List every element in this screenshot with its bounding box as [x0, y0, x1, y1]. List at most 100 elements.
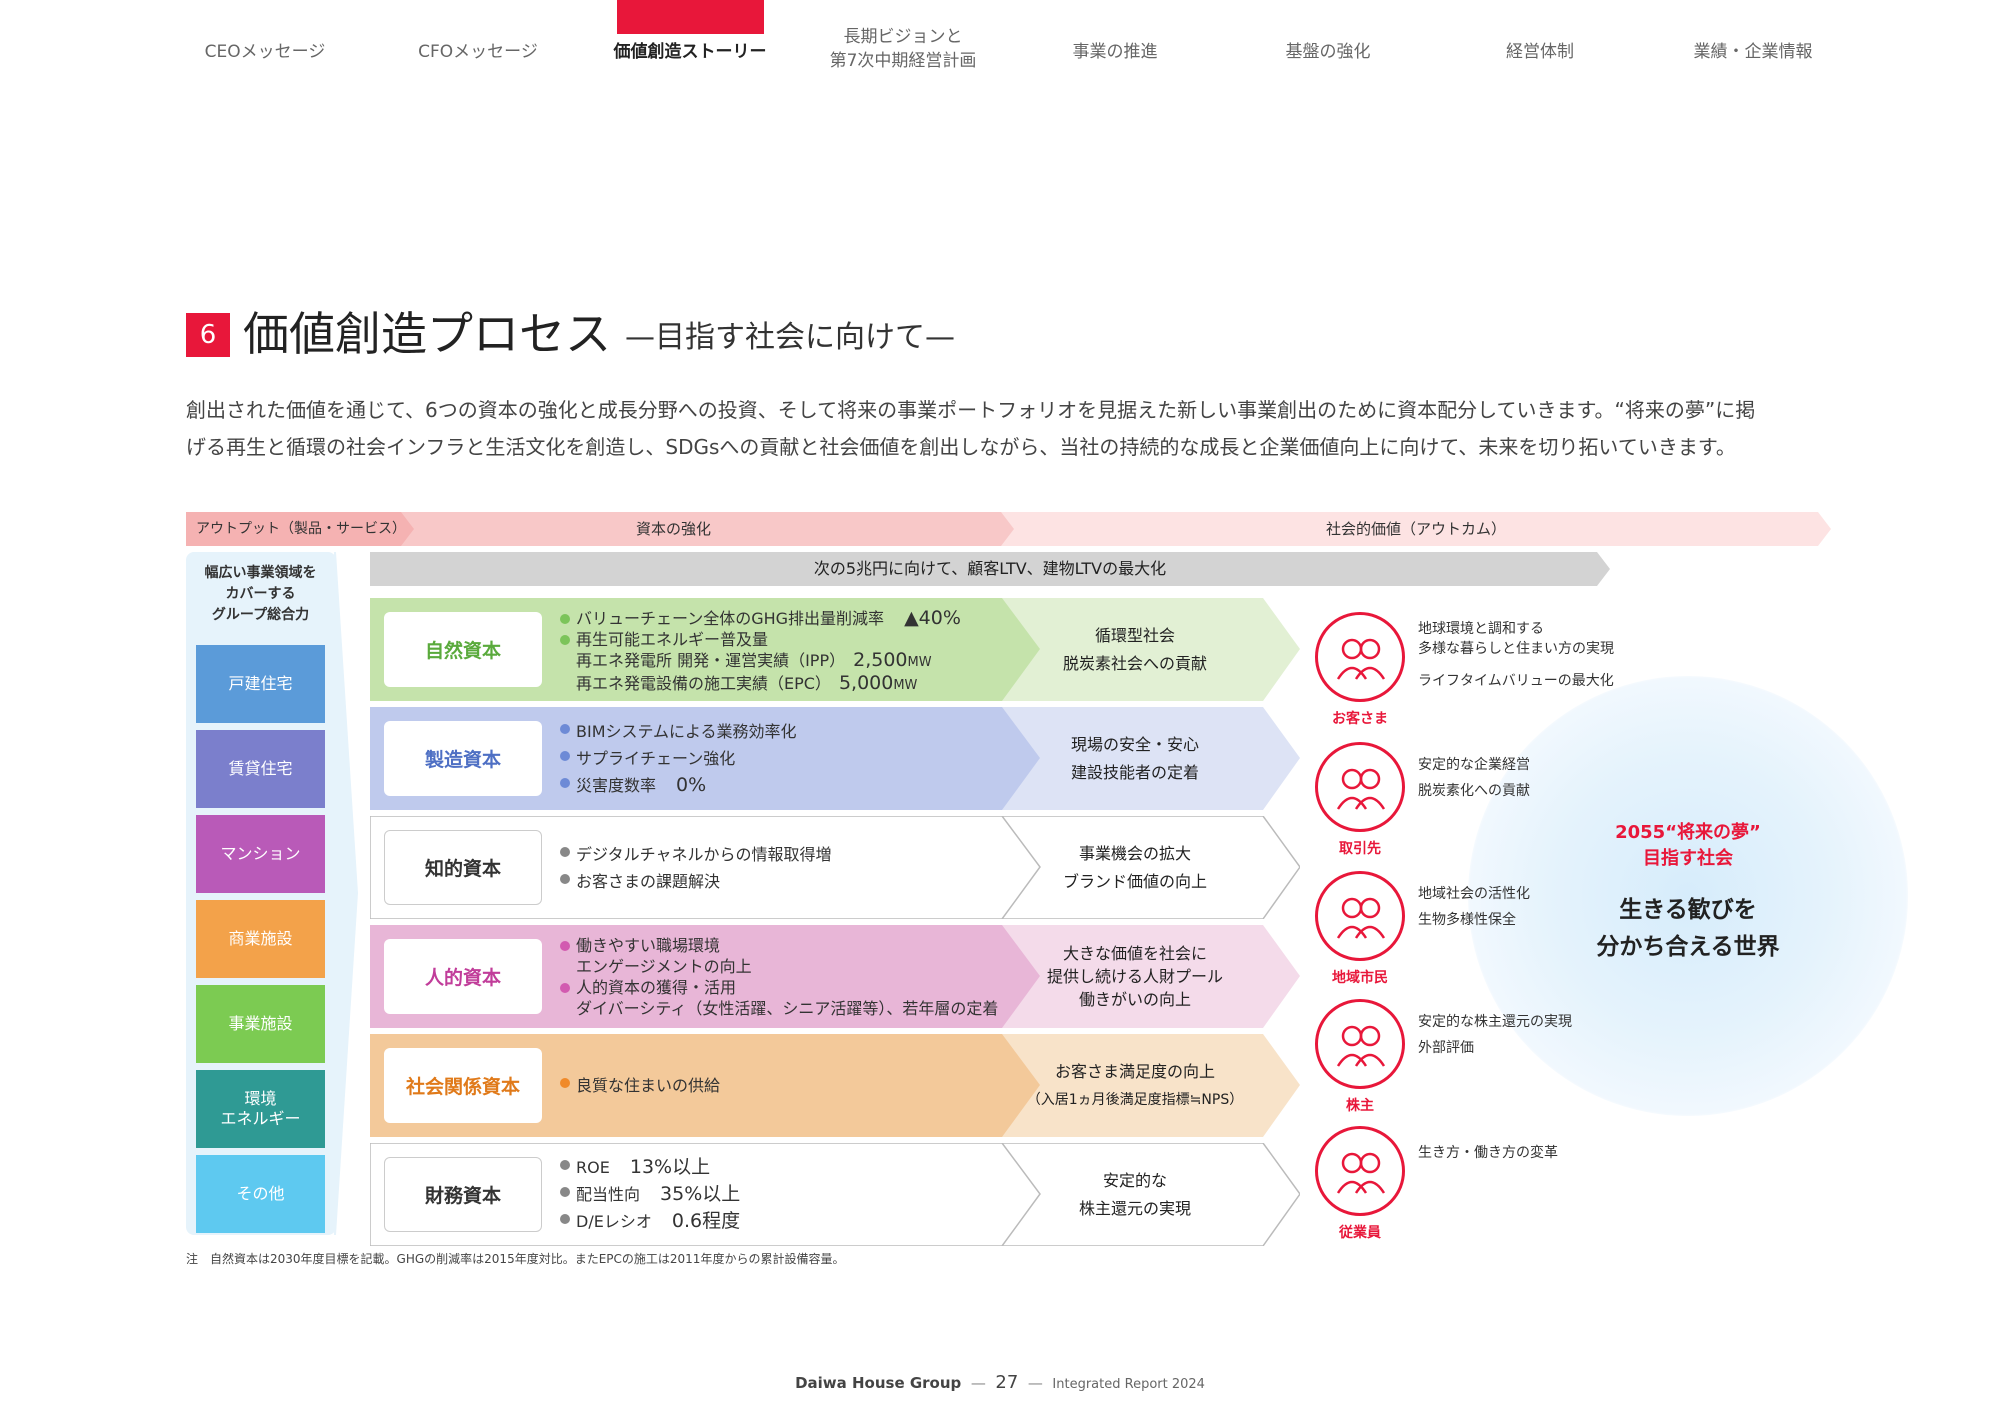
outcome-line: 大きな価値を社会に — [1062, 944, 1207, 963]
dream-title: 2055“将来の夢” 目指す社会 — [1568, 820, 1808, 872]
capital-subitem: 再エネ発電設備の施工実績（EPC） 5,000MW — [560, 673, 961, 696]
subitem-value: 5,000 — [838, 672, 894, 694]
building-icon — [1315, 742, 1405, 832]
business-domains-heading: 幅広い事業領域を カバーする グループ総合力 — [188, 563, 333, 626]
business-label: 事業施設 — [228, 1014, 293, 1033]
shareholder-icon — [1315, 999, 1405, 1089]
stakeholder-value: 外部評価 — [1418, 1040, 1474, 1056]
outcome-line: 建設技能者の定着 — [1070, 763, 1199, 782]
nav-item-performance[interactable]: 業績・企業情報 — [1648, 40, 1858, 64]
capital-row: 製造資本 BIMシステムによる業務効率化 サプライチェーン強化 災害度数率 0% 現場の… — [370, 707, 1300, 810]
item-text: 働きやすい職場環境 — [576, 936, 721, 955]
capital-item: サプライチェーン強化 — [560, 745, 797, 772]
nav-item-label: 長期ビジョンと — [843, 27, 963, 47]
section-title: 価値創造プロセス — [243, 307, 611, 361]
stakeholder-value: 脱炭素化への貢献 — [1418, 783, 1530, 799]
stakeholder-label: 地域市民 — [1332, 970, 1388, 986]
capital-row: 自然資本 バリューチェーン全体のGHG排出量削減率 ▲40% 再生可能エネルギー普及… — [370, 598, 1300, 701]
page-footer: Daiwa House Group — 27 — Integrated Repo… — [795, 1372, 1205, 1393]
footnote: 注 自然資本は2030年度目標を記載。GHGの削減率は2015年度対比。またEP… — [186, 1252, 845, 1266]
community-icon — [1315, 871, 1405, 961]
item-text: デジタルチャネルからの情報取得増 — [576, 845, 832, 864]
item-value: 0.6程度 — [665, 1210, 741, 1232]
outcome-line: 株主還元の実現 — [1078, 1199, 1191, 1218]
item-text: 良質な住まいの供給 — [576, 1076, 721, 1095]
capital-item: BIMシステムによる業務効率化 — [560, 718, 797, 745]
item-value: 13%以上 — [623, 1156, 711, 1178]
business-label: 賃貸住宅 — [228, 759, 293, 778]
outcome-text: 安定的な株主還元の実現 — [1010, 1167, 1260, 1223]
header-social-label: 社会的価値（アウトカム） — [1326, 520, 1507, 538]
heading-line: グループ総合力 — [211, 607, 310, 623]
capital-item: 災害度数率 0% — [560, 772, 797, 799]
nav-item-label: 事業の推進 — [1072, 42, 1158, 62]
footer-company: Daiwa House Group — [795, 1374, 962, 1392]
header-output-label: アウトプット（製品・サービス） — [196, 521, 406, 537]
nav-item-ceo-message[interactable]: CEOメッセージ — [160, 40, 370, 64]
page-number: 27 — [995, 1372, 1019, 1393]
item-value: ▲40% — [898, 607, 961, 629]
nav-item-label-line2: 第7次中期経営計画 — [829, 51, 977, 71]
business-item: 戸建住宅 — [196, 645, 325, 723]
nav-item-label: CEOメッセージ — [204, 42, 326, 62]
outcome-text: お客さま満足度の向上 （入居1ヵ月後満足度指標≒NPS） — [1010, 1058, 1260, 1114]
ltv-banner: 次の5兆円に向けて、顧客LTV、建物LTVの最大化 — [370, 552, 1610, 586]
stakeholder-value: 生き方・働き方の変革 — [1418, 1145, 1558, 1161]
business-label: マンション — [220, 844, 301, 863]
capital-name: 自然資本 — [384, 612, 542, 687]
capital-row: 人的資本 働きやすい職場環境 エンゲージメントの向上 人的資本の獲得・活用 ダイバーシテ… — [370, 925, 1300, 1028]
nav-item-value-creation-story[interactable]: 価値創造ストーリー — [585, 40, 795, 64]
stakeholder: お客さま — [1315, 612, 1405, 728]
stakeholder-value: 安定的な企業経営 — [1418, 757, 1530, 773]
capital-name: 財務資本 — [384, 1157, 542, 1232]
stakeholder-label: お客さま — [1332, 711, 1388, 727]
intro-line-2: げる再生と循環の社会インフラと生活文化を創造し、SDGsへの貢献と社会価値を創出… — [186, 435, 1736, 459]
section-number: 6 — [186, 313, 230, 357]
business-label: 環境 エネルギー — [220, 1089, 301, 1128]
nav-item-business-promotion[interactable]: 事業の推進 — [1010, 40, 1220, 64]
stakeholder-values: 安定的な企業経営 脱炭素化への貢献 — [1418, 752, 1530, 804]
item-text: サプライチェーン強化 — [576, 749, 736, 768]
header-capital-label: 資本の強化 — [636, 520, 712, 538]
stakeholder-value: 地域社会の活性化 — [1418, 886, 1530, 902]
nav-item-governance[interactable]: 経営体制 — [1435, 40, 1645, 64]
capital-item: 再生可能エネルギー普及量 — [560, 629, 961, 650]
stakeholder-values: 生き方・働き方の変革 — [1418, 1140, 1558, 1166]
capital-items: バリューチェーン全体のGHG排出量削減率 ▲40% 再生可能エネルギー普及量 再エネ… — [560, 608, 961, 696]
capital-subitem: 再エネ発電所 開発・運営実績（IPP） 2,500MW — [560, 650, 961, 673]
business-item: マンション — [196, 815, 325, 893]
item-text: D/Eレシオ — [576, 1212, 652, 1231]
dream-message-line1: 生きる歓びを — [1619, 897, 1757, 923]
subitem-text: 再エネ発電設備の施工実績（EPC） — [576, 674, 831, 693]
outcome-line: 働きがいの向上 — [1078, 990, 1191, 1009]
stakeholder-values: 地域社会の活性化 生物多様性保全 — [1418, 881, 1530, 933]
capital-items: デジタルチャネルからの情報取得増 お客さまの課題解決 — [560, 841, 832, 895]
capital-row: 知的資本 デジタルチャネルからの情報取得増 お客さまの課題解決 事業機会の拡大 ブランド… — [370, 816, 1300, 919]
capital-item: 配当性向 35%以上 — [560, 1181, 740, 1208]
stakeholder-label: 取引先 — [1339, 841, 1381, 857]
nav-item-long-term-vision[interactable]: 長期ビジョンと 第7次中期経営計画 — [798, 25, 1008, 73]
item-text: ROE — [576, 1158, 610, 1177]
nav-item-foundation[interactable]: 基盤の強化 — [1223, 40, 1433, 64]
business-item: 賃貸住宅 — [196, 730, 325, 808]
nav-item-cfo-message[interactable]: CFOメッセージ — [373, 40, 583, 64]
stakeholder-value: 安定的な株主還元の実現 — [1418, 1014, 1572, 1030]
outcome-line: 現場の安全・安心 — [1070, 735, 1199, 754]
stakeholder-values: 地球環境と調和する 多様な暮らしと住まい方の実現 ライフタイムバリューの最大化 — [1418, 616, 1614, 694]
capital-item: バリューチェーン全体のGHG排出量削減率 ▲40% — [560, 608, 961, 629]
outcome-line: ブランド価値の向上 — [1062, 872, 1207, 891]
capital-items: ROE 13%以上配当性向 35%以上 D/Eレシオ 0.6程度 — [560, 1154, 740, 1235]
item-value: 35%以上 — [654, 1183, 741, 1205]
outcome-line: （入居1ヵ月後満足度指標≒NPS） — [1026, 1092, 1244, 1108]
outcome-line: 安定的な — [1102, 1171, 1167, 1190]
subitem-unit: MW — [907, 655, 932, 670]
nav-item-label: CFOメッセージ — [418, 42, 538, 62]
capital-items: BIMシステムによる業務効率化サプライチェーン強化災害度数率 0% — [560, 718, 797, 799]
top-navigation: CEOメッセージ CFOメッセージ 価値創造ストーリー 長期ビジョンと 第7次中期… — [160, 0, 1860, 110]
dream-message: 生きる歓びを 分かち合える世界 — [1568, 892, 1808, 966]
capital-item: 良質な住まいの供給 — [560, 1072, 720, 1099]
header-arrow-bar: アウトプット（製品・サービス） 資本の強化 社会的価値（アウトカム） — [186, 512, 1831, 546]
stakeholder-value: 多様な暮らしと住まい方の実現 — [1418, 641, 1614, 657]
item-text: 災害度数率 — [576, 776, 657, 795]
item-text: 人的資本の獲得・活用 — [576, 978, 737, 997]
